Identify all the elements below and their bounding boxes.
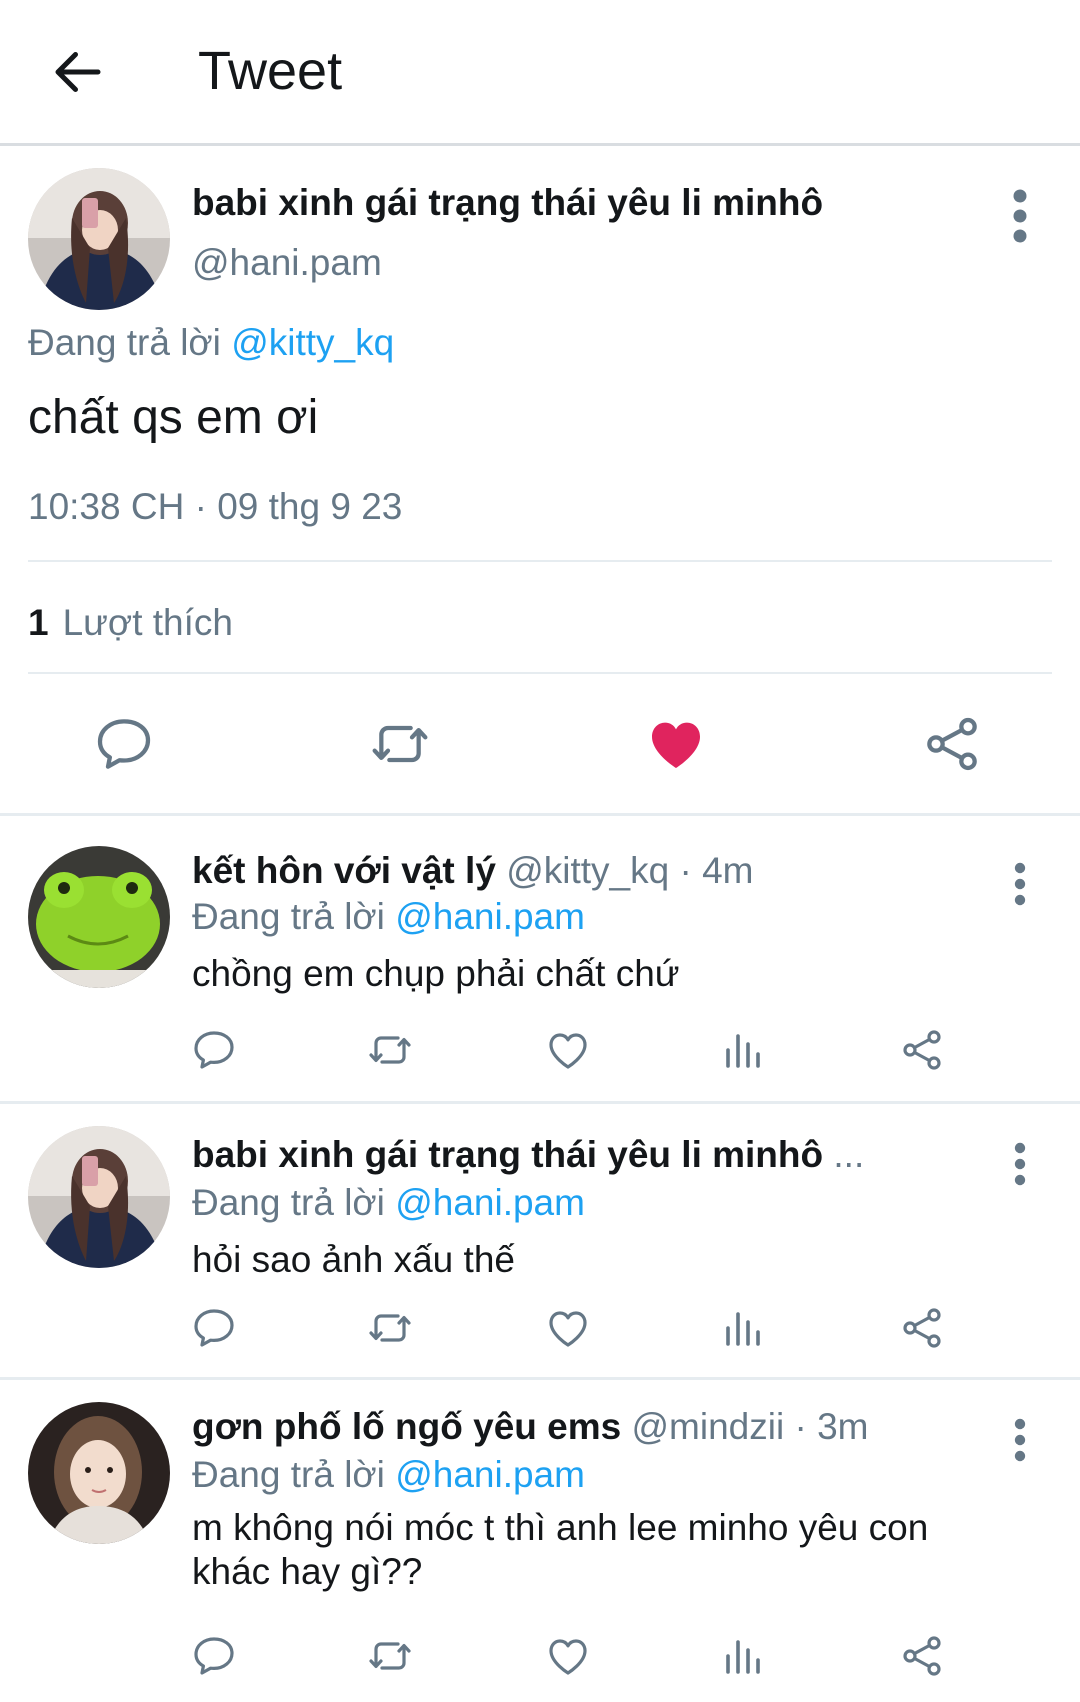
author-handle[interactable]: @mindzii bbox=[632, 1406, 785, 1447]
replying-to: Đang trả lời @kitty_kq bbox=[28, 322, 394, 364]
author-name[interactable]: babi xinh gái trạng thái yêu li minhô bbox=[192, 182, 823, 224]
reply-tweet[interactable]: kết hôn với vật lý @kitty_kq · 4m Đang t… bbox=[0, 816, 1080, 1104]
relative-time: · 4m bbox=[679, 850, 754, 891]
more-options-icon[interactable] bbox=[1000, 1140, 1040, 1200]
more-options-icon[interactable] bbox=[1000, 860, 1040, 920]
replying-to: Đang trả lời @hani.pam bbox=[192, 1182, 585, 1224]
share-icon[interactable] bbox=[898, 1632, 946, 1680]
relative-time: · 3m bbox=[794, 1406, 869, 1447]
replying-to-handle-link[interactable]: @kitty_kq bbox=[231, 322, 394, 363]
retweet-icon[interactable] bbox=[368, 712, 432, 776]
share-icon[interactable] bbox=[898, 1304, 946, 1352]
tweet-text: m không nói móc t thì anh lee minho yêu … bbox=[192, 1507, 929, 1592]
author-handle[interactable]: @kitty_kq bbox=[506, 850, 669, 891]
reply-icon[interactable] bbox=[190, 1632, 238, 1680]
tweet-text: hỏi sao ảnh xấu thế bbox=[192, 1239, 515, 1280]
reply-icon[interactable] bbox=[190, 1304, 238, 1352]
focused-tweet: babi xinh gái trạng thái yêu li minhô @h… bbox=[0, 146, 1080, 816]
divider bbox=[28, 672, 1052, 674]
tweet-text: chất qs em ơi bbox=[28, 391, 319, 444]
avatar[interactable] bbox=[28, 1126, 170, 1268]
replying-to-label: Đang trả lời bbox=[192, 1454, 385, 1495]
author-handle[interactable]: @hani.pam bbox=[192, 242, 382, 284]
avatar[interactable] bbox=[28, 1402, 170, 1544]
more-options-icon[interactable] bbox=[1000, 186, 1040, 246]
more-options-icon[interactable] bbox=[1000, 1416, 1040, 1476]
author-name[interactable]: gơn phố lố ngố yêu ems bbox=[192, 1406, 621, 1447]
author-name[interactable]: kết hôn với vật lý bbox=[192, 850, 496, 891]
back-arrow-icon[interactable] bbox=[48, 42, 108, 102]
top-app-bar: Tweet bbox=[0, 0, 1080, 146]
analytics-icon[interactable] bbox=[720, 1026, 768, 1074]
heart-icon[interactable] bbox=[544, 1026, 592, 1074]
heart-icon[interactable] bbox=[544, 1632, 592, 1680]
analytics-icon[interactable] bbox=[720, 1632, 768, 1680]
avatar[interactable] bbox=[28, 168, 170, 310]
tweet-text: chồng em chụp phải chất chứ bbox=[192, 953, 680, 994]
replying-to-handle-link[interactable]: @hani.pam bbox=[395, 1454, 585, 1495]
reply-tweet[interactable]: babi xinh gái trạng thái yêu li minhô ..… bbox=[0, 1104, 1080, 1380]
replying-to: Đang trả lời @hani.pam bbox=[192, 896, 585, 938]
replying-to: Đang trả lời @hani.pam bbox=[192, 1454, 585, 1496]
avatar[interactable] bbox=[28, 846, 170, 988]
replying-to-label: Đang trả lời bbox=[192, 896, 385, 937]
analytics-icon[interactable] bbox=[720, 1304, 768, 1352]
page-title: Tweet bbox=[198, 41, 343, 101]
likes-count-row[interactable]: 1 Lượt thích bbox=[28, 602, 233, 644]
reply-icon[interactable] bbox=[92, 712, 156, 776]
retweet-icon[interactable] bbox=[366, 1026, 414, 1074]
reply-header: gơn phố lố ngố yêu ems @mindzii · 3m bbox=[192, 1406, 868, 1448]
replying-to-handle-link[interactable]: @hani.pam bbox=[395, 896, 585, 937]
author-handle[interactable]: ... bbox=[833, 1134, 864, 1175]
reply-icon[interactable] bbox=[190, 1026, 238, 1074]
reply-header: kết hôn với vật lý @kitty_kq · 4m bbox=[192, 850, 753, 892]
replying-to-label: Đang trả lời bbox=[28, 322, 221, 363]
like-count: 1 bbox=[28, 602, 49, 643]
author-name[interactable]: babi xinh gái trạng thái yêu li minhô bbox=[192, 1134, 823, 1175]
replying-to-handle-link[interactable]: @hani.pam bbox=[395, 1182, 585, 1223]
tweet-timestamp: 10:38 CH · 09 thg 9 23 bbox=[28, 486, 403, 527]
replying-to-label: Đang trả lời bbox=[192, 1182, 385, 1223]
reply-tweet[interactable]: gơn phố lố ngố yêu ems @mindzii · 3m Đan… bbox=[0, 1380, 1080, 1702]
retweet-icon[interactable] bbox=[366, 1304, 414, 1352]
like-count-label: Lượt thích bbox=[62, 602, 233, 643]
share-icon[interactable] bbox=[898, 1026, 946, 1074]
heart-icon[interactable] bbox=[544, 1304, 592, 1352]
retweet-icon[interactable] bbox=[366, 1632, 414, 1680]
share-icon[interactable] bbox=[920, 712, 984, 776]
reply-header: babi xinh gái trạng thái yêu li minhô ..… bbox=[192, 1134, 864, 1176]
divider bbox=[28, 560, 1052, 562]
heart-icon[interactable] bbox=[644, 712, 708, 776]
